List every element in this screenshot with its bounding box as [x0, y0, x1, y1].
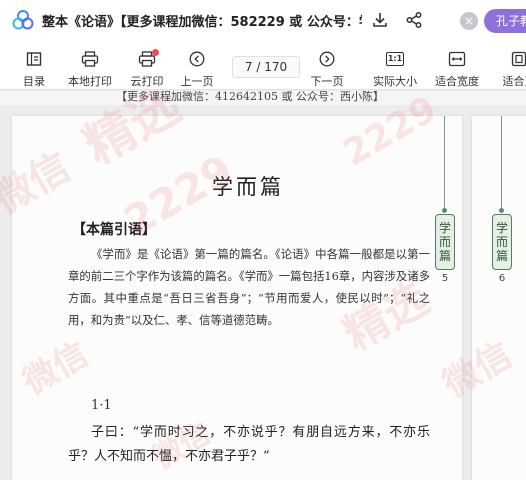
share-icon: [406, 12, 422, 28]
actual-size-icon: 1:1: [386, 52, 404, 66]
toolbar-local-print-button[interactable]: 本地打印: [64, 40, 116, 90]
toolbar-actual-size-label: 实际大小: [373, 75, 417, 88]
toolbar-next-page-button[interactable]: 下一页: [308, 40, 346, 90]
toolbar-fit-page-button[interactable]: 适合页: [494, 40, 526, 90]
toolbar-fit-width-label: 适合宽度: [435, 75, 479, 88]
intro-paragraph: 《学而》是《论语》第一篇的篇名。《论语》中各篇一般都是以第一章的前二三个字作为该…: [68, 247, 430, 327]
toolbar-fit-width-button[interactable]: 适合宽度: [432, 40, 482, 90]
chevron-right-icon: [319, 51, 335, 67]
printer-icon: [81, 51, 99, 67]
close-promo-button[interactable]: ×: [460, 12, 478, 30]
chapter-title: 学而篇: [212, 175, 284, 199]
section-heading: 【本篇引语】: [72, 222, 156, 238]
bookmark-bead: [442, 208, 447, 213]
bookmark-bead: [499, 208, 504, 213]
bookmark-char: 学: [495, 221, 508, 235]
notification-dot: [152, 49, 159, 56]
toolbar-cloud-print-button[interactable]: 云打印: [128, 40, 166, 90]
quote-paragraph: 子曰：“学而时习之，不亦说乎？有朋自远方来，不亦乐乎？人不知而不愠，不亦君子乎？…: [68, 425, 430, 464]
download-icon: [373, 13, 387, 27]
previous-page-footer: 【更多课程加微信：412642105 或 公众号：西小陈】: [116, 91, 384, 103]
bookmark-card: 学 而 篇: [435, 214, 455, 270]
toolbar-catalog-button[interactable]: 目录: [18, 40, 50, 90]
bookmark-string: [501, 116, 502, 212]
document-viewer[interactable]: 【更多课程加微信：412642105 或 公众号：西小陈】 学而篇 【本篇引语】…: [0, 91, 526, 480]
total-pages: / 170: [256, 60, 288, 74]
toolbar-next-page-label: 下一页: [310, 75, 344, 88]
current-page: 7: [244, 60, 253, 74]
toolbar-prev-page-button[interactable]: 上一页: [178, 40, 216, 90]
toolbar-catalog-label: 目录: [23, 75, 45, 88]
bookmark-char: 而: [495, 235, 508, 249]
catalog-icon: [26, 52, 42, 66]
bookmark-number: 6: [498, 273, 506, 284]
document-page: 学而篇 【本篇引语】 《学而》是《论语》第一篇的篇名。《论语》中各篇一般都是以第…: [12, 116, 462, 480]
document-title: 整本《论语》【更多课程加微信：582229 或 公众号：学...: [42, 15, 362, 30]
bookmark-number: 5: [441, 273, 449, 284]
toolbar: 目录 本地打印 云打印 上一页 7 / 170 下一页 1:1 实际大小 适合宽…: [0, 40, 526, 90]
fit-width-icon: [448, 51, 466, 67]
toolbar-cloud-print-label: 云打印: [130, 75, 164, 88]
promo-button[interactable]: 孔子教: [484, 9, 526, 33]
page-number-input[interactable]: 7 / 170: [232, 56, 300, 78]
bookmark-char: 学: [438, 221, 451, 235]
fit-page-icon: [511, 51, 526, 67]
bookmark-char: 篇: [495, 249, 508, 263]
download-button[interactable]: [368, 8, 392, 32]
next-document-page: [472, 116, 526, 480]
toolbar-actual-size-button[interactable]: 1:1 实际大小: [370, 40, 420, 90]
chevron-left-icon: [189, 51, 205, 67]
title-bar: 整本《论语》【更多课程加微信：582229 或 公众号：学... × 孔子教: [0, 0, 526, 40]
paragraph-number: 1·1: [91, 398, 112, 413]
share-button[interactable]: [402, 8, 426, 32]
toolbar-local-print-label: 本地打印: [68, 75, 112, 88]
app-logo-icon: [12, 10, 34, 30]
bookmark-string: [444, 116, 445, 212]
toolbar-prev-page-label: 上一页: [180, 75, 214, 88]
bookmark-char: 篇: [438, 249, 451, 263]
bookmark-char: 而: [438, 235, 451, 249]
toolbar-fit-page-label: 适合页: [502, 75, 526, 88]
bookmark-card: 学 而 篇: [492, 214, 512, 270]
previous-page-bottom: 【更多课程加微信：412642105 或 公众号：西小陈】: [0, 91, 526, 105]
